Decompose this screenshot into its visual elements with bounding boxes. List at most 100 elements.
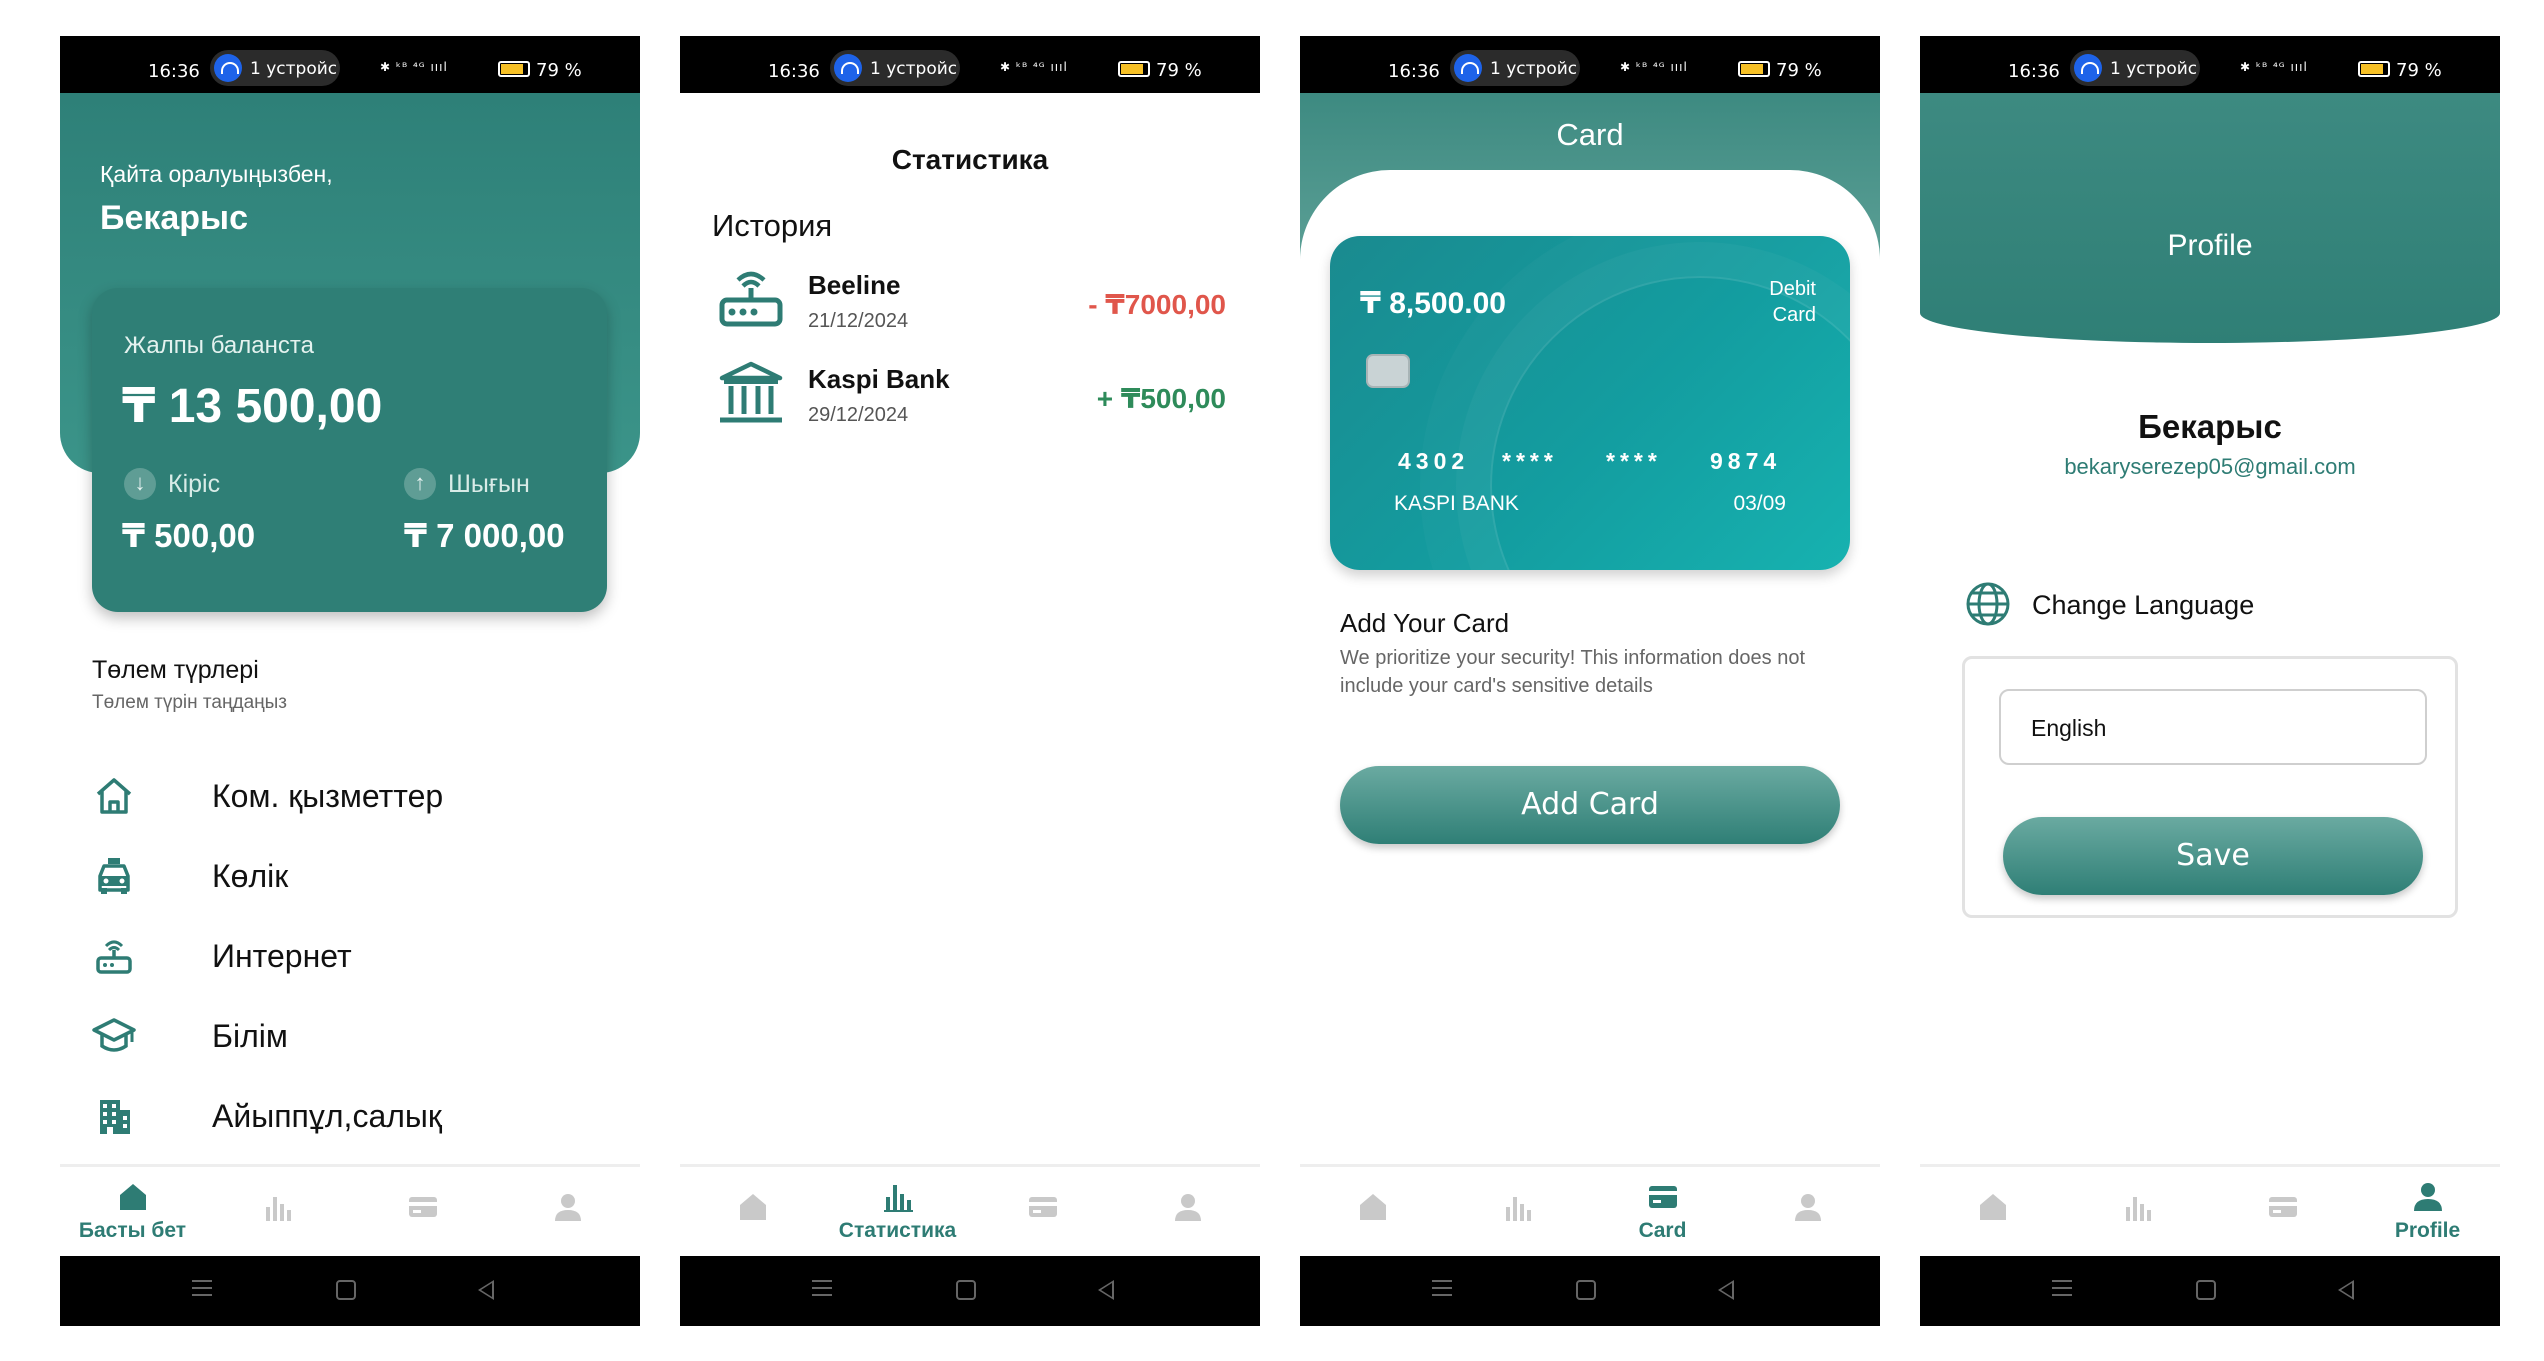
transaction-date: 29/12/2024 bbox=[808, 404, 909, 426]
expense-amount: ₸ 7 000,00 bbox=[404, 517, 565, 554]
home-button[interactable] bbox=[336, 1280, 356, 1300]
status-pill: 1 устройст bbox=[2070, 50, 2200, 86]
profile-header: Profile bbox=[1920, 93, 2500, 343]
transaction-row[interactable]: Beeline 21/12/2024 - ₸7000,00 bbox=[716, 264, 1226, 344]
system-nav-bar bbox=[680, 1256, 1260, 1326]
card-chip-icon bbox=[1366, 354, 1410, 388]
income-amount: ₸ 500,00 bbox=[122, 517, 256, 554]
signal-icons: ✱ ᵏᴮ ⁴ᴳ ıııl bbox=[1000, 60, 1068, 74]
home-button[interactable] bbox=[956, 1280, 976, 1300]
bottom-tab-bar: Басты бет bbox=[60, 1164, 640, 1256]
battery-percent: 79 % bbox=[536, 60, 582, 81]
bottom-tab-bar: Card bbox=[1300, 1164, 1880, 1256]
battery-percent: 79 % bbox=[1776, 60, 1822, 81]
payment-label: Интернет bbox=[212, 938, 352, 974]
balance-label: Жалпы баланста bbox=[124, 332, 314, 359]
payment-label: Айыппұл,салық bbox=[212, 1098, 442, 1134]
status-pill-label: 1 устройст bbox=[2110, 59, 2196, 79]
user-icon bbox=[2414, 1183, 2442, 1211]
profile-name: Бекарыс bbox=[2138, 408, 2282, 445]
bar-chart-icon bbox=[1506, 1197, 1531, 1221]
globe-icon bbox=[1966, 582, 2010, 626]
card-number-group: 4302 bbox=[1398, 448, 1470, 474]
tab-stats[interactable]: Статистика bbox=[825, 1167, 970, 1259]
tab-home[interactable]: Басты бет bbox=[60, 1167, 205, 1259]
signal-icons: ✱ ᵏᴮ ⁴ᴳ ıııl bbox=[1620, 60, 1688, 74]
credit-card-icon bbox=[409, 1197, 437, 1217]
transaction-amount: - ₸7000,00 bbox=[1088, 289, 1226, 320]
credit-card-icon bbox=[1029, 1197, 1057, 1217]
card-screen: 16:36 1 устройст ✱ ᵏᴮ ⁴ᴳ ıııl 79 % Card … bbox=[1300, 36, 1880, 1326]
card-type-line2: Card bbox=[1772, 304, 1816, 326]
credit-card[interactable]: ₸ 8,500.00 Debit Card 4302 **** **** 9874… bbox=[1330, 236, 1850, 570]
back-button[interactable] bbox=[1098, 1280, 1114, 1300]
back-button[interactable] bbox=[2338, 1280, 2354, 1300]
recents-button[interactable] bbox=[2052, 1280, 2072, 1296]
system-nav-bar bbox=[1300, 1256, 1880, 1326]
graduation-cap-icon bbox=[92, 1018, 136, 1052]
payment-item-internet[interactable]: Интернет bbox=[92, 926, 612, 986]
recents-button[interactable] bbox=[812, 1280, 832, 1296]
transaction-name: Beeline bbox=[808, 270, 901, 300]
system-nav-bar bbox=[1920, 1256, 2500, 1326]
expense-label: Шығын bbox=[448, 470, 530, 498]
recents-button[interactable] bbox=[1432, 1280, 1452, 1296]
status-pill: 1 устройст bbox=[830, 50, 960, 86]
battery-icon bbox=[1738, 61, 1770, 77]
payment-item-utilities[interactable]: Ком. қызметтер bbox=[92, 766, 612, 826]
battery-icon bbox=[2358, 61, 2390, 77]
save-button[interactable]: Save bbox=[2003, 817, 2423, 895]
tab-card-label: Card bbox=[1638, 1219, 1687, 1242]
income-label: Кіріс bbox=[168, 470, 221, 498]
recents-button[interactable] bbox=[192, 1280, 212, 1296]
hotspot-icon bbox=[214, 54, 242, 82]
add-card-button[interactable]: Add Card bbox=[1340, 766, 1840, 844]
add-card-title: Add Your Card bbox=[1340, 608, 1510, 638]
signal-icons: ✱ ᵏᴮ ⁴ᴳ ıııl bbox=[2240, 60, 2308, 74]
router-icon bbox=[719, 271, 783, 327]
payments-title: Төлем түрлері bbox=[92, 656, 259, 684]
home-button[interactable] bbox=[2196, 1280, 2216, 1300]
bank-icon bbox=[719, 361, 783, 423]
building-icon bbox=[100, 1100, 130, 1134]
system-nav-bar bbox=[60, 1256, 640, 1326]
history-heading: История bbox=[712, 208, 833, 243]
payment-item-education[interactable]: Білім bbox=[92, 1006, 612, 1066]
user-icon bbox=[1175, 1194, 1201, 1221]
payment-label: Білім bbox=[212, 1018, 288, 1054]
home-button[interactable] bbox=[1576, 1280, 1596, 1300]
transaction-row[interactable]: Kaspi Bank 29/12/2024 + ₸500,00 bbox=[716, 358, 1226, 438]
payment-item-transport[interactable]: Көлік bbox=[92, 846, 612, 906]
back-button[interactable] bbox=[1718, 1280, 1734, 1300]
tab-profile-label: Profile bbox=[2394, 1219, 2461, 1242]
language-select[interactable]: English bbox=[1999, 689, 2427, 765]
tab-profile[interactable]: Profile bbox=[2355, 1167, 2500, 1259]
hotspot-icon bbox=[1454, 54, 1482, 82]
payments-subtitle: Төлем түрін таңдаңыз bbox=[92, 692, 287, 713]
transaction-name: Kaspi Bank bbox=[808, 364, 950, 394]
page-title: Статистика bbox=[891, 144, 1049, 175]
back-button[interactable] bbox=[478, 1280, 494, 1300]
arrow-down-icon: ↓ bbox=[124, 468, 156, 500]
bar-chart-icon bbox=[2126, 1197, 2151, 1221]
payment-item-fines-taxes[interactable]: Айыппұл,салық bbox=[92, 1086, 612, 1146]
battery-percent: 79 % bbox=[1156, 60, 1202, 81]
user-icon bbox=[555, 1194, 581, 1221]
language-select-value: English bbox=[2031, 715, 2107, 741]
router-icon bbox=[96, 940, 132, 974]
stats-screen: 16:36 1 устройст ✱ ᵏᴮ ⁴ᴳ ıııl 79 % Стати… bbox=[680, 36, 1260, 1326]
card-type: Debit Card bbox=[1769, 276, 1816, 328]
change-language-label: Change Language bbox=[2032, 590, 2255, 620]
add-card-description: We prioritize your security! This inform… bbox=[1340, 647, 1806, 697]
signal-icons: ✱ ᵏᴮ ⁴ᴳ ıııl bbox=[380, 60, 448, 74]
credit-card-icon bbox=[2269, 1197, 2297, 1217]
tab-card[interactable]: Card bbox=[1590, 1167, 1735, 1259]
card-number-group: 9874 bbox=[1710, 448, 1782, 474]
battery-icon bbox=[498, 61, 530, 77]
home-icon bbox=[1360, 1194, 1386, 1220]
status-time: 16:36 bbox=[1388, 61, 1440, 82]
status-bar: 16:36 1 устройст ✱ ᵏᴮ ⁴ᴳ ıııl 79 % bbox=[680, 36, 1260, 93]
page-title: Card bbox=[1556, 117, 1624, 152]
transaction-date: 21/12/2024 bbox=[808, 310, 909, 332]
home-icon bbox=[740, 1194, 766, 1220]
